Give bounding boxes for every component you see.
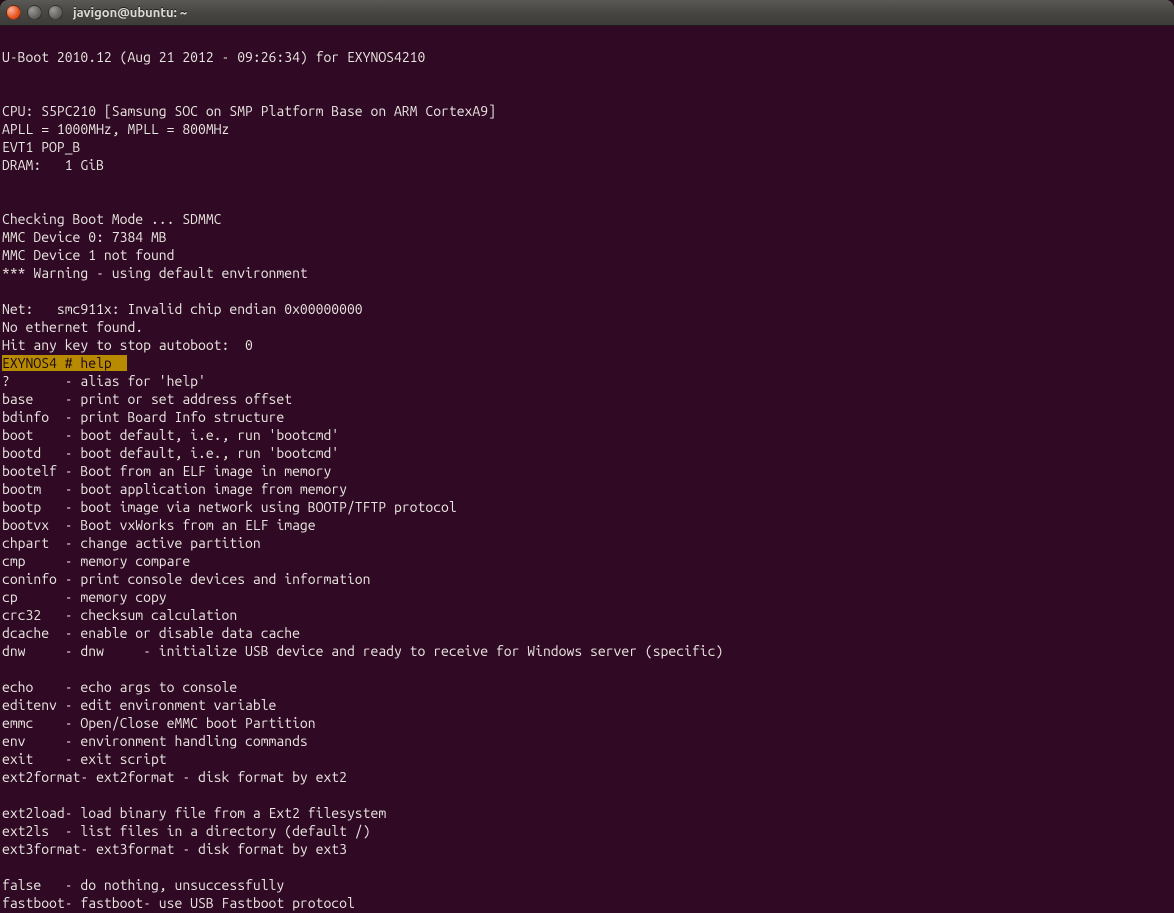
terminal-prompt-line: EXYNOS4 # help: [2, 354, 1172, 372]
terminal-line: bdinfo - print Board Info structure: [2, 408, 1172, 426]
terminal-line: [2, 84, 1172, 102]
terminal-line: bootm - boot application image from memo…: [2, 480, 1172, 498]
terminal-line: dcache - enable or disable data cache: [2, 624, 1172, 642]
prompt-highlight: EXYNOS4 # help: [2, 355, 127, 371]
terminal-line: exit - exit script: [2, 750, 1172, 768]
terminal-line: coninfo - print console devices and info…: [2, 570, 1172, 588]
terminal-line: cp - memory copy: [2, 588, 1172, 606]
terminal-line: No ethernet found.: [2, 318, 1172, 336]
terminal-line: MMC Device 0: 7384 MB: [2, 228, 1172, 246]
terminal-line: bootd - boot default, i.e., run 'bootcmd…: [2, 444, 1172, 462]
terminal-line: EVT1 POP_B: [2, 138, 1172, 156]
window-buttons: [6, 5, 63, 20]
terminal-line: MMC Device 1 not found: [2, 246, 1172, 264]
terminal-line: dnw - dnw - initialize USB device and re…: [2, 642, 1172, 660]
terminal-line: false - do nothing, unsuccessfully: [2, 876, 1172, 894]
minimize-icon[interactable]: [27, 5, 42, 20]
terminal-line: [2, 66, 1172, 84]
terminal-line: [2, 192, 1172, 210]
close-icon[interactable]: [6, 5, 21, 20]
terminal-line: APLL = 1000MHz, MPLL = 800MHz: [2, 120, 1172, 138]
terminal-line: ext2load- load binary file from a Ext2 f…: [2, 804, 1172, 822]
terminal-line: Checking Boot Mode ... SDMMC: [2, 210, 1172, 228]
terminal-line: [2, 282, 1172, 300]
terminal-line: emmc - Open/Close eMMC boot Partition: [2, 714, 1172, 732]
terminal-line: [2, 174, 1172, 192]
terminal-line: *** Warning - using default environment: [2, 264, 1172, 282]
terminal-line: editenv - edit environment variable: [2, 696, 1172, 714]
titlebar[interactable]: javigon@ubuntu: ~: [0, 0, 1174, 26]
terminal-window: javigon@ubuntu: ~ U-Boot 2010.12 (Aug 21…: [0, 0, 1174, 913]
terminal-line: [2, 30, 1172, 48]
window-title: javigon@ubuntu: ~: [73, 6, 187, 20]
terminal-line: bootelf - Boot from an ELF image in memo…: [2, 462, 1172, 480]
terminal-line: chpart - change active partition: [2, 534, 1172, 552]
terminal-line: ext3format- ext3format - disk format by …: [2, 840, 1172, 858]
terminal-output[interactable]: U-Boot 2010.12 (Aug 21 2012 - 09:26:34) …: [0, 26, 1174, 913]
terminal-line: Hit any key to stop autoboot: 0: [2, 336, 1172, 354]
terminal-line: [2, 858, 1172, 876]
terminal-line: DRAM: 1 GiB: [2, 156, 1172, 174]
terminal-line: base - print or set address offset: [2, 390, 1172, 408]
terminal-line: U-Boot 2010.12 (Aug 21 2012 - 09:26:34) …: [2, 48, 1172, 66]
terminal-line: ext2ls - list files in a directory (defa…: [2, 822, 1172, 840]
terminal-line: echo - echo args to console: [2, 678, 1172, 696]
terminal-line: CPU: S5PC210 [Samsung SOC on SMP Platfor…: [2, 102, 1172, 120]
terminal-line: [2, 786, 1172, 804]
terminal-line: fastboot- fastboot- use USB Fastboot pro…: [2, 894, 1172, 912]
terminal-line: boot - boot default, i.e., run 'bootcmd': [2, 426, 1172, 444]
terminal-line: ext2format- ext2format - disk format by …: [2, 768, 1172, 786]
terminal-line: cmp - memory compare: [2, 552, 1172, 570]
terminal-line: crc32 - checksum calculation: [2, 606, 1172, 624]
terminal-line: bootp - boot image via network using BOO…: [2, 498, 1172, 516]
maximize-icon[interactable]: [48, 5, 63, 20]
terminal-line: [2, 660, 1172, 678]
terminal-line: ? - alias for 'help': [2, 372, 1172, 390]
terminal-line: env - environment handling commands: [2, 732, 1172, 750]
terminal-line: Net: smc911x: Invalid chip endian 0x0000…: [2, 300, 1172, 318]
terminal-line: bootvx - Boot vxWorks from an ELF image: [2, 516, 1172, 534]
